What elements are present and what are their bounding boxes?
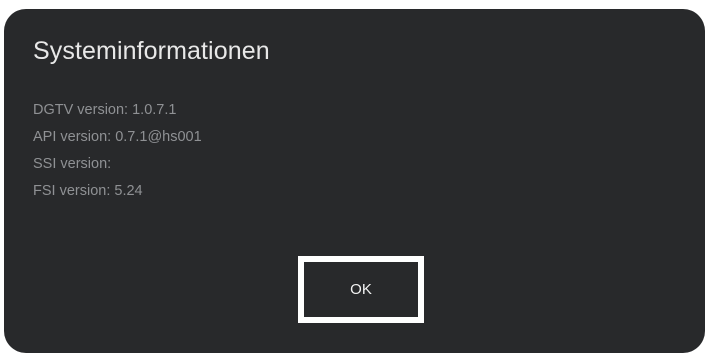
ok-button-label: OK	[350, 281, 372, 298]
dgtv-version-text: DGTV version: 1.0.7.1	[33, 102, 177, 118]
dialog-title: Systeminformationen	[33, 37, 270, 65]
screen: Systeminformationen DGTV version: 1.0.7.…	[0, 0, 708, 353]
api-version-text: API version: 0.7.1@hs001	[33, 129, 202, 145]
ssi-version-text: SSI version:	[33, 156, 112, 172]
ok-button[interactable]: OK	[298, 256, 424, 323]
system-info-dialog: Systeminformationen DGTV version: 1.0.7.…	[4, 9, 705, 353]
fsi-version-text: FSI version: 5.24	[33, 183, 143, 199]
version-info-list: DGTV version: 1.0.7.1 API version: 0.7.1…	[33, 97, 202, 205]
